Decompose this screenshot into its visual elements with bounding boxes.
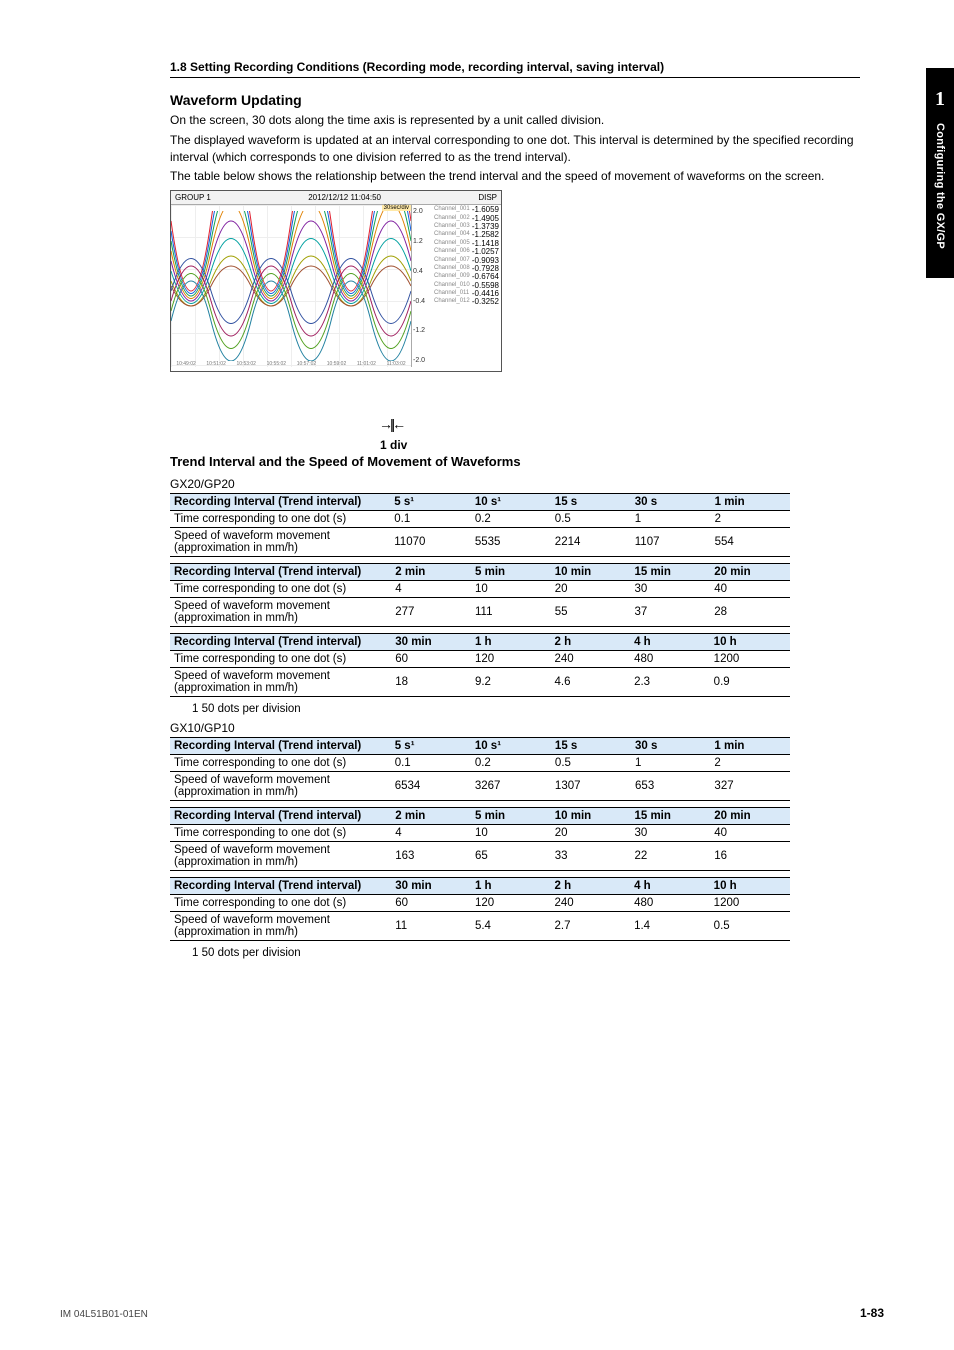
device-label-gx20: GX20/GP20 [170,477,860,491]
chart-plot-area: 30sec/div 10:49:0210:51:0210:53:0210:55:… [171,205,412,367]
trend-chart: GROUP 1 2012/12/12 11:04:50 DISP [170,190,510,410]
para-2: The displayed waveform is updated at an … [170,132,860,166]
gx20-table-3: Recording Interval (Trend interval) 30 m… [170,633,790,697]
footnote-gx20: 1 50 dots per division [192,703,860,715]
header-rule: 1.8 Setting Recording Conditions (Record… [170,60,860,78]
chapter-number: 1 [935,88,945,111]
para-1: On the screen, 30 dots along the time ax… [170,112,860,129]
chart-timestamp: 2012/12/12 11:04:50 [308,193,381,202]
gx20-table-2: Recording Interval (Trend interval) 2 mi… [170,563,790,627]
chart-disp-icon: DISP [478,193,497,202]
content-area: 1.8 Setting Recording Conditions (Record… [170,60,860,959]
gx10-table-1: Recording Interval (Trend interval) 5 s¹… [170,737,790,801]
footer-doc-id: IM 04L51B01-01EN [60,1309,148,1320]
heading-waveform-updating: Waveform Updating [170,92,860,108]
section-header: 1.8 Setting Recording Conditions (Record… [170,60,664,74]
footer-page-number: 1-83 [860,1306,884,1320]
heading-trend-interval: Trend Interval and the Speed of Movement… [170,454,860,469]
gx10-table-2: Recording Interval (Trend interval) 2 mi… [170,807,790,871]
para-3: The table below shows the relationship b… [170,168,860,185]
div-label: 1 div [380,438,407,452]
device-label-gx10: GX10/GP10 [170,721,860,735]
gx20-table-1: Recording Interval (Trend interval) 5 s¹… [170,493,790,557]
gx10-table-3: Recording Interval (Trend interval) 30 m… [170,877,790,941]
chart-group-name: GROUP 1 [175,193,211,202]
footnote-gx10: 1 50 dots per division [192,947,860,959]
div-arrows-icon: →| |← [379,416,403,432]
chart-y-scale: 2.0 1.2 0.4 -0.4 -1.2 -2.0 [412,205,430,367]
div-interval-badge: 30sec/div [382,205,411,211]
chapter-label: Configuring the GX/GP [934,123,946,249]
chart-x-ticks: 10:49:0210:51:0210:53:0210:55:02 10:57:0… [171,361,411,367]
chapter-side-tab: 1 Configuring the GX/GP [926,68,954,278]
chart-readouts: Channel_001-1.6059 Channel_002-1.4905 Ch… [430,205,501,367]
chart-header: GROUP 1 2012/12/12 11:04:50 DISP [171,191,501,205]
